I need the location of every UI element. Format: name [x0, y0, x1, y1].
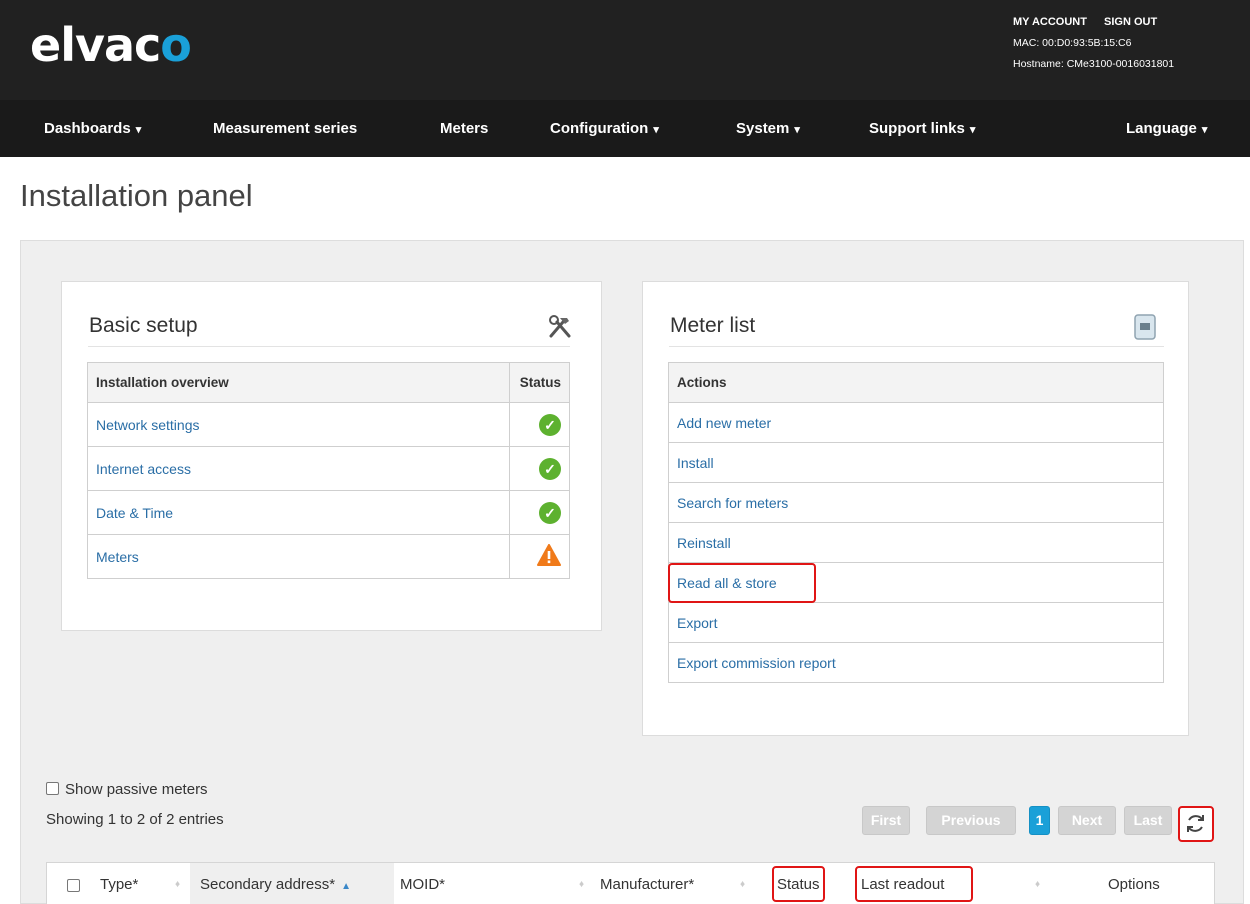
col-manufacturer[interactable]: Manufacturer* — [600, 863, 694, 904]
internet-access-link[interactable]: Internet access — [96, 461, 191, 477]
table-row: Install — [668, 442, 1164, 483]
chevron-down-icon: ▾ — [653, 124, 659, 136]
table-row: Reinstall — [668, 522, 1164, 563]
meters-grid-header: Type* ♦ Secondary address* ▲ MOID* ♦ Manu… — [46, 862, 1215, 904]
sort-icon: ♦ — [740, 879, 746, 890]
chevron-down-icon: ▾ — [135, 124, 142, 136]
col-installation-overview: Installation overview — [87, 362, 510, 403]
next-page-button[interactable]: Next — [1058, 806, 1116, 835]
add-new-meter-link[interactable]: Add new meter — [677, 415, 771, 431]
meter-actions-table: Actions Add new meter Install Search for… — [668, 362, 1164, 683]
nav-language[interactable]: Language ▾ — [1126, 100, 1207, 157]
main-navbar: Dashboards ▾ Measurement series Meters Co… — [0, 100, 1250, 157]
nav-support-links[interactable]: Support links ▾ — [869, 100, 975, 157]
first-page-button[interactable]: First — [862, 806, 910, 835]
nav-system[interactable]: System ▾ — [736, 100, 800, 157]
export-commission-report-link[interactable]: Export commission report — [677, 655, 836, 671]
sort-icon: ♦ — [579, 879, 585, 890]
meter-list-title: Meter list — [670, 314, 756, 337]
previous-page-button[interactable]: Previous — [926, 806, 1016, 835]
refresh-icon — [1187, 815, 1204, 832]
page-1-button[interactable]: 1 — [1029, 806, 1050, 835]
table-row: Export commission report — [668, 642, 1164, 683]
col-actions: Actions — [668, 362, 1164, 403]
export-link[interactable]: Export — [677, 615, 717, 631]
check-icon: ✓ — [539, 413, 561, 436]
last-page-button[interactable]: Last — [1124, 806, 1172, 835]
table-row: Network settings ✓ — [87, 402, 570, 447]
date-time-link[interactable]: Date & Time — [96, 505, 173, 521]
col-last-readout[interactable]: Last readout — [855, 866, 973, 902]
top-header: elvaco MY ACCOUNT SIGN OUT MAC: 00:D0:93… — [0, 0, 1250, 100]
my-account-link[interactable]: MY ACCOUNT — [1013, 16, 1087, 28]
elvaco-logo[interactable]: elvaco — [30, 18, 192, 72]
showing-entries: Showing 1 to 2 of 2 entries — [46, 811, 224, 828]
network-settings-link[interactable]: Network settings — [96, 417, 199, 433]
chevron-down-icon: ▾ — [1201, 124, 1208, 136]
warning-icon — [537, 544, 561, 569]
select-all-checkbox[interactable] — [67, 879, 80, 892]
search-for-meters-link[interactable]: Search for meters — [677, 495, 788, 511]
chevron-down-icon: ▾ — [969, 124, 976, 136]
page-title: Installation panel — [20, 178, 253, 213]
col-moid[interactable]: MOID* — [400, 863, 445, 904]
show-passive-meters[interactable]: Show passive meters — [46, 781, 208, 798]
col-secondary-address[interactable]: Secondary address* ▲ — [190, 863, 394, 904]
chevron-down-icon: ▾ — [794, 124, 800, 136]
sign-out-link[interactable]: SIGN OUT — [1104, 16, 1157, 28]
table-row: Export — [668, 602, 1164, 643]
sort-asc-icon: ▲ — [341, 881, 351, 892]
col-status: Status — [509, 362, 570, 403]
checkbox[interactable] — [46, 782, 59, 795]
divider — [88, 346, 570, 347]
basic-setup-title: Basic setup — [89, 314, 198, 337]
highlight-read-all-store — [668, 563, 816, 603]
nav-dashboards[interactable]: Dashboards ▾ — [44, 100, 141, 157]
meter-icon — [1133, 314, 1157, 340]
table-row: Search for meters — [668, 482, 1164, 523]
sort-icon: ♦ — [1035, 879, 1041, 890]
table-row: Date & Time ✓ — [87, 490, 570, 535]
hostname: Hostname: CMe3100-0016031801 — [1013, 58, 1175, 70]
meters-link[interactable]: Meters — [96, 549, 139, 565]
nav-meters[interactable]: Meters — [440, 100, 488, 157]
account-box: MY ACCOUNT SIGN OUT MAC: 00:D0:93:5B:15:… — [1013, 12, 1174, 75]
reinstall-link[interactable]: Reinstall — [677, 535, 731, 551]
nav-configuration[interactable]: Configuration ▾ — [550, 100, 659, 157]
check-icon: ✓ — [539, 457, 561, 480]
check-icon: ✓ — [539, 501, 561, 524]
tools-icon — [545, 312, 575, 342]
table-row: Meters — [87, 534, 570, 579]
installation-overview-table: Installation overview Status Network set… — [87, 362, 570, 579]
divider — [669, 346, 1164, 347]
col-status[interactable]: Status — [772, 866, 825, 902]
refresh-button[interactable] — [1178, 806, 1214, 842]
install-link[interactable]: Install — [677, 455, 714, 471]
nav-measurement-series[interactable]: Measurement series — [213, 100, 357, 157]
col-options: Options — [1108, 876, 1160, 893]
col-type[interactable]: Type* — [100, 863, 138, 904]
table-row: Internet access ✓ — [87, 446, 570, 491]
mac-address: MAC: 00:D0:93:5B:15:C6 — [1013, 37, 1132, 49]
sort-icon: ♦ — [175, 879, 181, 890]
table-row: Add new meter — [668, 402, 1164, 443]
